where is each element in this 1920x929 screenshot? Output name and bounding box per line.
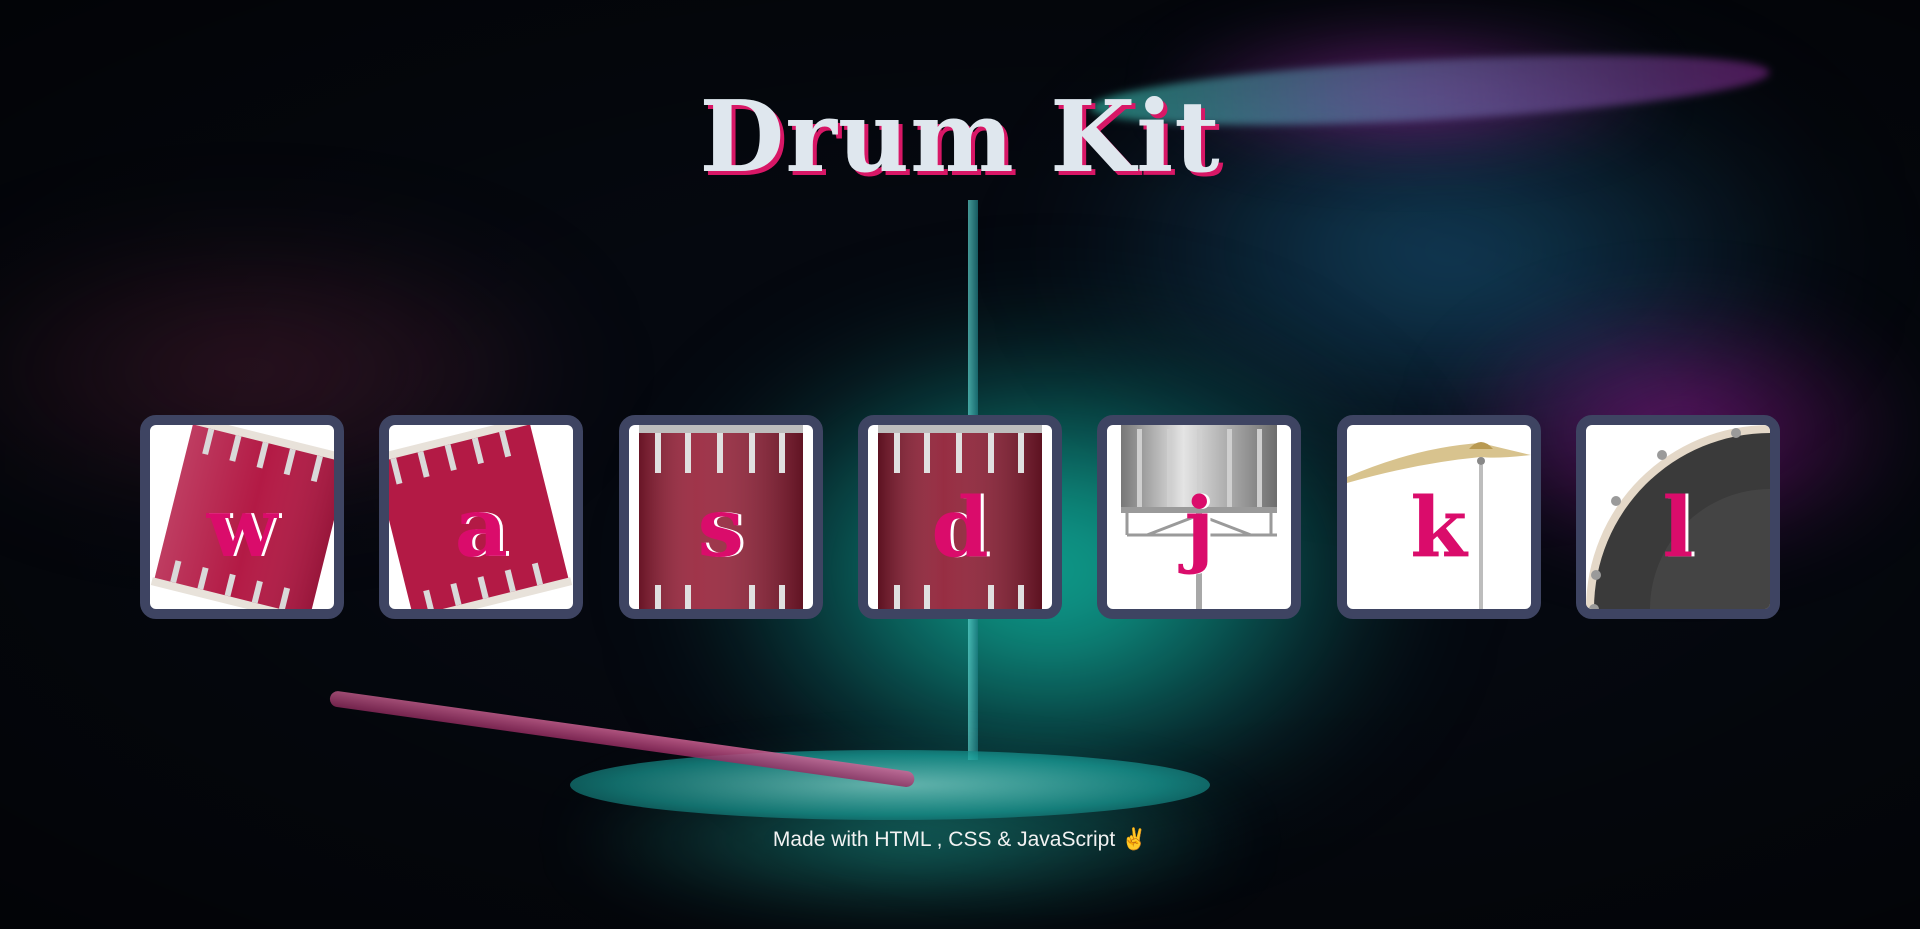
drum-key-a[interactable]: a <box>379 415 584 619</box>
key-letter: k <box>1410 480 1468 576</box>
drum-key-j[interactable]: j <box>1097 415 1302 619</box>
drum-key-k[interactable]: k <box>1336 415 1541 619</box>
key-letter: l <box>1662 480 1694 576</box>
drum-key-l[interactable]: l <box>1575 415 1780 619</box>
drum-key-s[interactable]: s <box>618 415 823 619</box>
key-letter: d <box>931 480 989 576</box>
drum-key-w[interactable]: w <box>140 415 344 619</box>
footer-credit: Made with HTML , CSS & JavaScript ✌ <box>772 828 1148 851</box>
key-letter: w <box>206 480 278 576</box>
key-letter: j <box>1184 480 1215 576</box>
page-title: Drum Kit <box>699 80 1221 195</box>
drum-keys: w a s d j k l <box>140 415 1780 619</box>
drum-key-d[interactable]: d <box>857 415 1062 619</box>
key-letter: a <box>454 480 508 576</box>
key-letter: s <box>697 480 744 576</box>
